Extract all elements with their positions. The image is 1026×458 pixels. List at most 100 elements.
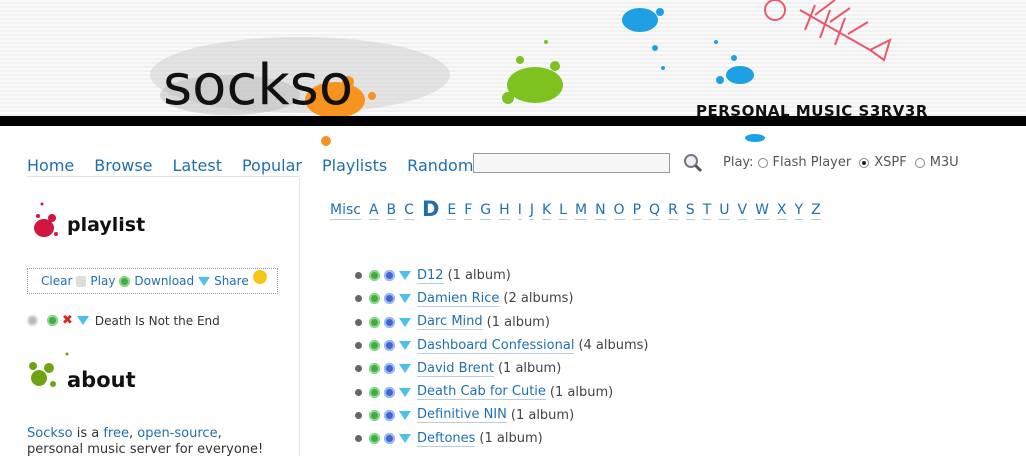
download-icon[interactable] xyxy=(399,341,411,351)
play-icon[interactable] xyxy=(369,433,380,445)
download-icon[interactable] xyxy=(399,364,411,374)
play-icon[interactable] xyxy=(47,315,58,326)
artist-link[interactable]: Darc Mind xyxy=(417,314,483,331)
remove-icon[interactable]: ✖ xyxy=(62,313,73,328)
select-icon[interactable] xyxy=(27,315,38,326)
artist-link[interactable]: Damien Rice xyxy=(417,291,500,307)
alphabet-letter-m[interactable]: M xyxy=(574,202,588,220)
play-icon[interactable] xyxy=(119,275,131,287)
alphabet-letter-n[interactable]: N xyxy=(595,202,606,220)
play-icon[interactable] xyxy=(369,270,380,282)
alphabet-letter-i[interactable]: I xyxy=(517,202,522,220)
nav-popular[interactable]: Popular xyxy=(242,156,302,175)
add-to-playlist-icon[interactable] xyxy=(384,409,395,421)
bullet-icon xyxy=(355,318,362,326)
alphabet-letter-u[interactable]: U xyxy=(719,202,730,220)
add-to-playlist-icon[interactable] xyxy=(384,363,395,375)
clear-icon[interactable] xyxy=(76,275,87,287)
alphabet-letter-e[interactable]: E xyxy=(447,202,457,220)
nav-home[interactable]: Home xyxy=(27,156,74,175)
artist-link[interactable]: David Brent xyxy=(417,361,494,377)
share-icon[interactable] xyxy=(252,270,267,284)
alphabet-letter-d[interactable]: D xyxy=(422,198,439,220)
album-count: (1 album) xyxy=(510,407,575,423)
download-icon[interactable] xyxy=(399,434,411,444)
radio-flash-player[interactable] xyxy=(757,157,768,168)
play-icon[interactable] xyxy=(369,363,380,375)
nav-playlists[interactable]: Playlists xyxy=(322,156,387,175)
add-to-playlist-icon[interactable] xyxy=(384,340,395,352)
nav-random[interactable]: Random xyxy=(407,156,473,175)
radio-m3u[interactable] xyxy=(914,157,925,168)
add-to-playlist-icon[interactable] xyxy=(384,386,395,398)
download-playlist-link[interactable]: Download xyxy=(134,274,194,288)
alphabet-letter-s[interactable]: S xyxy=(685,202,695,220)
download-icon[interactable] xyxy=(399,387,411,397)
alphabet-letter-h[interactable]: H xyxy=(499,202,510,220)
play-icon[interactable] xyxy=(369,386,380,398)
alphabet-letter-misc[interactable]: Misc xyxy=(330,202,361,220)
add-to-playlist-icon[interactable] xyxy=(384,316,395,328)
artist-link[interactable]: Dashboard Confessional xyxy=(417,338,575,354)
bullet-icon xyxy=(355,435,362,443)
artist-link[interactable]: Deftones xyxy=(417,431,476,447)
about-text: Sockso is a free, open-source, personal … xyxy=(27,426,287,458)
add-to-playlist-icon[interactable] xyxy=(384,433,395,445)
download-icon[interactable] xyxy=(399,410,411,420)
play-icon[interactable] xyxy=(369,409,380,421)
alphabet-letter-w[interactable]: W xyxy=(755,202,769,220)
alphabet-letter-t[interactable]: T xyxy=(702,202,712,220)
download-icon[interactable] xyxy=(399,294,411,304)
alphabet-letter-z[interactable]: Z xyxy=(811,202,821,220)
about-text-part: , xyxy=(217,426,222,441)
play-playlist-link[interactable]: Play xyxy=(90,274,115,288)
clear-playlist-link[interactable]: Clear xyxy=(41,274,72,288)
alphabet-letter-v[interactable]: V xyxy=(737,202,748,220)
sockso-link[interactable]: Sockso xyxy=(27,426,73,441)
alphabet-letter-k[interactable]: K xyxy=(541,202,552,220)
alphabet-letter-p[interactable]: P xyxy=(632,202,642,220)
download-icon[interactable] xyxy=(399,271,411,281)
play-icon[interactable] xyxy=(369,340,380,352)
nav-browse[interactable]: Browse xyxy=(94,156,152,175)
artist-link[interactable]: D12 xyxy=(417,268,444,284)
add-to-playlist-icon[interactable] xyxy=(384,293,395,305)
playlist-actions: Clear Play Download Share xyxy=(27,268,278,294)
artist-link[interactable]: Definitive NIN xyxy=(417,407,507,424)
play-icon[interactable] xyxy=(369,316,380,328)
alphabet-letter-b[interactable]: B xyxy=(386,202,397,220)
nav-latest[interactable]: Latest xyxy=(173,156,222,175)
download-icon[interactable] xyxy=(399,317,411,327)
share-playlist-link[interactable]: Share xyxy=(214,274,249,288)
alphabet-letter-a[interactable]: A xyxy=(368,202,379,220)
search-input[interactable] xyxy=(473,153,670,173)
album-count: (1 album) xyxy=(479,431,543,447)
play-label: Play: xyxy=(723,155,754,170)
open-source-link[interactable]: open-source xyxy=(137,426,217,441)
artist-row: Dashboard Confessional (4 albums) xyxy=(355,334,649,357)
free-link[interactable]: free xyxy=(103,426,129,441)
alphabet-letter-j[interactable]: J xyxy=(529,202,534,220)
bullet-icon xyxy=(355,295,362,303)
alphabet-letter-l[interactable]: L xyxy=(559,202,567,220)
alphabet-letter-f[interactable]: F xyxy=(464,202,473,220)
download-icon[interactable] xyxy=(198,276,211,286)
radio-xspf[interactable] xyxy=(859,157,870,168)
alphabet-letter-o[interactable]: O xyxy=(613,202,625,220)
play-icon[interactable] xyxy=(369,293,380,305)
add-to-playlist-icon[interactable] xyxy=(384,270,395,282)
artist-link[interactable]: Death Cab for Cutie xyxy=(417,384,546,401)
bullet-icon xyxy=(355,272,362,280)
about-text-part: is a xyxy=(72,426,104,441)
orange-drip-dot xyxy=(321,136,331,146)
search-icon[interactable] xyxy=(682,152,704,174)
alphabet-letter-r[interactable]: R xyxy=(668,202,678,220)
download-icon[interactable] xyxy=(76,316,89,325)
alphabet-letter-x[interactable]: X xyxy=(776,202,787,220)
alphabet-letter-y[interactable]: Y xyxy=(794,202,804,220)
alphabet-letter-g[interactable]: G xyxy=(480,202,492,220)
sidebar-divider xyxy=(299,178,300,456)
alphabet-letter-c[interactable]: C xyxy=(404,202,414,220)
alphabet-letter-q[interactable]: Q xyxy=(649,202,661,220)
site-logo[interactable]: sockso xyxy=(163,58,353,114)
